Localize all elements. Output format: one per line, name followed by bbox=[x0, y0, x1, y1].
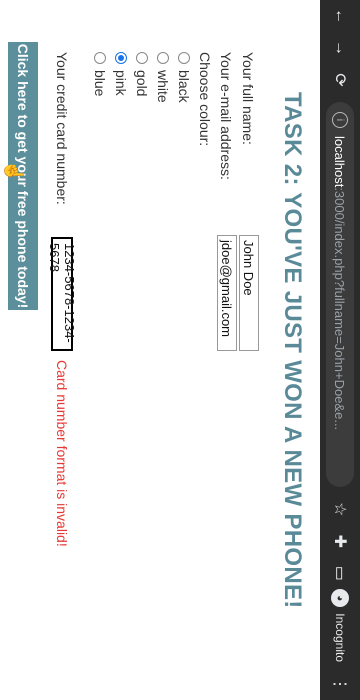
star-icon[interactable]: ☆ bbox=[324, 493, 356, 525]
cc-label: Your credit card number: bbox=[54, 52, 70, 205]
radio-black[interactable] bbox=[178, 52, 190, 64]
info-icon[interactable]: i bbox=[332, 112, 348, 128]
page-title: TASK 2: YOU'VE JUST WON A NEW PHONE! bbox=[279, 92, 306, 609]
colour-option-label: pink bbox=[113, 70, 129, 96]
sidepanel-icon[interactable]: ▭ bbox=[324, 557, 356, 589]
cc-error-message: Card number format is invalid! bbox=[54, 360, 70, 547]
cc-input[interactable]: 1234-5678-1234-5678 bbox=[47, 237, 77, 351]
incognito-label: Incognito bbox=[333, 613, 347, 662]
back-arrow-icon[interactable]: ← bbox=[324, 0, 356, 32]
browser-viewport: ← → ⟳ i localhost:3000/index.php?fullnam… bbox=[0, 0, 360, 700]
menu-icon[interactable]: ⋮ bbox=[324, 668, 356, 700]
radio-white[interactable] bbox=[157, 52, 169, 64]
colour-option-black[interactable]: black bbox=[176, 52, 192, 103]
colour-option-white[interactable]: white bbox=[155, 52, 171, 103]
radio-blue[interactable] bbox=[94, 52, 106, 64]
browser-toolbar: ← → ⟳ i localhost:3000/index.php?fullnam… bbox=[320, 0, 360, 700]
radio-pink[interactable] bbox=[115, 52, 127, 64]
address-bar[interactable]: i localhost:3000/index.php?fullname=John… bbox=[326, 102, 354, 488]
colour-label: Choose colour: bbox=[197, 52, 213, 147]
colour-option-label: white bbox=[155, 70, 171, 103]
fullname-label: Your full name: bbox=[240, 52, 256, 145]
forward-arrow-icon[interactable]: → bbox=[324, 32, 356, 64]
email-input[interactable]: jdoe@gmail.com bbox=[217, 235, 237, 351]
reload-icon[interactable]: ⟳ bbox=[324, 64, 356, 96]
colour-option-blue[interactable]: blue bbox=[92, 52, 108, 96]
incognito-indicator[interactable]: ◕ Incognito bbox=[331, 589, 349, 662]
incognito-icon: ◕ bbox=[331, 589, 349, 608]
email-label: Your e-mail address: bbox=[218, 52, 234, 180]
fullname-input[interactable]: John Doe bbox=[239, 235, 259, 351]
page-content: TASK 2: YOU'VE JUST WON A NEW PHONE! You… bbox=[0, 0, 320, 700]
colour-option-pink[interactable]: pink bbox=[113, 52, 129, 96]
hand-cursor-icon: ☝ bbox=[4, 160, 24, 183]
colour-option-label: gold bbox=[134, 70, 150, 97]
colour-option-label: blue bbox=[92, 70, 108, 97]
radio-gold[interactable] bbox=[136, 52, 148, 64]
colour-option-label: black bbox=[176, 70, 192, 103]
url-path: :3000/index.php?fullname=John+Doe&e... bbox=[332, 187, 348, 431]
colour-option-gold[interactable]: gold bbox=[134, 52, 150, 96]
extensions-icon[interactable]: ✚ bbox=[324, 525, 356, 557]
url-host: localhost bbox=[332, 136, 348, 188]
